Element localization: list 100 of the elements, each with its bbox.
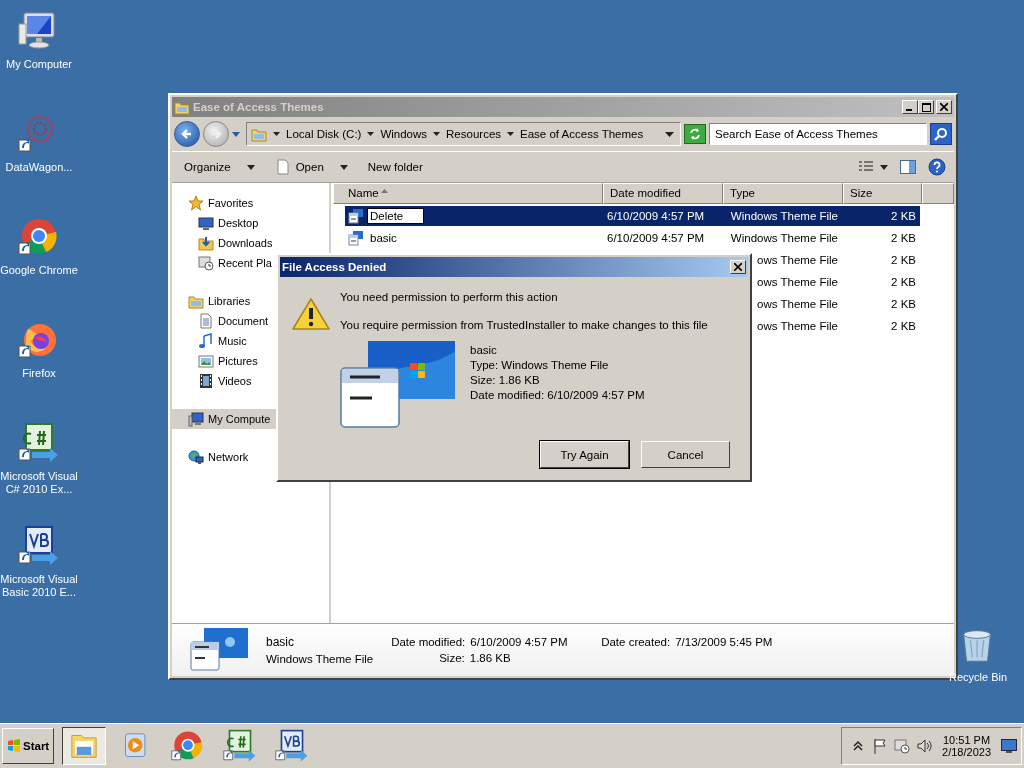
warning-icon (292, 297, 330, 331)
rename-field[interactable]: Delete (367, 208, 425, 224)
sidebar-item[interactable]: Videos (172, 371, 329, 391)
folder-icon (251, 126, 267, 142)
caret-icon[interactable] (273, 132, 280, 136)
file-row[interactable]: Delete 6/10/2009 4:57 PM Windows Theme File 2 KB (345, 206, 920, 226)
breadcrumb-item[interactable]: Windows (380, 128, 428, 140)
start-button[interactable]: Start (2, 728, 55, 764)
sidebar-item[interactable]: Pictures (172, 351, 329, 371)
caret-icon[interactable] (433, 132, 441, 136)
desktop-icon-label[interactable]: Google Chrome (0, 264, 78, 277)
close-icon (734, 263, 742, 271)
help-icon[interactable] (928, 158, 946, 176)
type-cell: ows Theme File (757, 298, 838, 310)
desktop-icon-label[interactable]: My Computer (6, 58, 72, 71)
address-bar[interactable]: Local Disk (C:) Windows Resources Ease of Access Themes (246, 122, 681, 146)
show-desktop-icon[interactable] (1001, 739, 1017, 753)
caret-icon[interactable] (339, 164, 348, 170)
refresh-button[interactable] (684, 124, 706, 144)
sidebar-item[interactable]: Favorites (172, 193, 329, 213)
windows-logo-icon (7, 739, 21, 753)
message-text: You need permission to perform this action (340, 291, 559, 303)
search-button[interactable] (930, 123, 952, 145)
type-cell: ows Theme File (757, 254, 838, 266)
folder-taskbar-button[interactable] (62, 727, 107, 765)
search-field[interactable]: Search Ease of Access Themes (709, 123, 927, 145)
clock-icon (198, 255, 214, 271)
sidebar-item[interactable]: Music (172, 331, 329, 351)
breadcrumb-item[interactable]: Resources (446, 128, 502, 140)
file-name: basic (470, 343, 498, 357)
star-icon (188, 195, 204, 211)
type-cell: ows Theme File (757, 276, 838, 288)
refresh-icon (688, 127, 702, 141)
sidebar-item[interactable]: Network (172, 447, 329, 467)
type-cell: Windows Theme File (730, 232, 838, 244)
csharp-icon (223, 729, 258, 763)
theme-file-icon (348, 208, 364, 224)
column-header[interactable]: Size (843, 183, 922, 204)
desktop-icon-label[interactable]: Firefox (22, 367, 56, 380)
size-cell: 2 KB (891, 276, 916, 288)
file-row[interactable]: basic 6/10/2009 4:57 PM Windows Theme File 2 KB (345, 228, 920, 248)
view-list-icon[interactable] (858, 160, 874, 174)
caret-icon[interactable] (246, 164, 255, 170)
computer-icon (188, 411, 204, 427)
caret-icon[interactable] (367, 132, 375, 136)
toolbar-button[interactable]: Open (270, 157, 352, 177)
file-type: Type: Windows Theme File (470, 358, 610, 372)
file-name: basic (266, 635, 295, 649)
caret-icon[interactable] (665, 131, 674, 137)
chrome-icon[interactable] (18, 216, 60, 258)
back-button[interactable] (174, 121, 200, 147)
type-cell: Windows Theme File (730, 210, 838, 222)
sidebar-item[interactable]: Document (172, 311, 329, 331)
caret-icon[interactable] (880, 164, 888, 170)
message-text: You require permission from TrustedInstaller to make changes to this file (340, 319, 708, 331)
vb-icon[interactable] (18, 525, 60, 567)
folder-icon (188, 293, 204, 309)
file-date: Date modified: 6/10/2009 4:57 PM (470, 388, 645, 402)
csharp-icon[interactable] (18, 422, 60, 464)
clock-time[interactable]: 10:51 PM (943, 734, 991, 746)
folder-icon (174, 99, 190, 115)
column-header[interactable]: Type (723, 183, 843, 204)
sort-arrow-icon (381, 189, 388, 193)
maximize-icon (921, 102, 931, 112)
search-icon (934, 127, 948, 141)
column-header[interactable]: Date modified (603, 183, 723, 204)
breadcrumb-item[interactable]: Ease of Access Themes (520, 128, 644, 140)
toolbar-button[interactable]: New folder (363, 159, 427, 175)
clock-date[interactable]: 2/18/2023 (942, 746, 991, 758)
speaker-icon[interactable] (916, 738, 933, 754)
theme-file-icon (348, 230, 364, 246)
breadcrumb-item[interactable]: Local Disk (C:) (286, 128, 362, 140)
toolbar-button[interactable]: Organize (180, 159, 259, 175)
desktop-icon-label[interactable]: Microsoft Visual Basic 2010 E... (0, 573, 78, 599)
preview-pane-icon[interactable] (900, 160, 916, 174)
field-value: 7/13/2009 5:45 PM (675, 636, 773, 648)
sidebar-item[interactable]: Desktop (172, 213, 329, 233)
image-icon (198, 353, 214, 369)
vb-icon (275, 729, 310, 763)
desktop-icon-label[interactable]: Microsoft Visual C# 2010 Ex... (0, 470, 78, 496)
theme-file-icon (340, 341, 456, 429)
sidebar-item[interactable]: Libraries (172, 291, 329, 311)
theme-file-icon (190, 628, 250, 672)
caret-icon[interactable] (507, 132, 515, 136)
size-cell: 2 KB (891, 210, 916, 222)
column-header[interactable]: Name (333, 183, 603, 204)
field-value: 1.86 KB (469, 652, 511, 664)
file-type: Windows Theme File (266, 653, 374, 665)
forward-button[interactable] (203, 121, 229, 147)
dialog-button[interactable]: Cancel (641, 441, 730, 468)
flag-icon[interactable] (872, 738, 889, 754)
sidebar-item[interactable]: Downloads (172, 233, 329, 253)
close-button[interactable] (730, 260, 746, 274)
caret-icon[interactable] (232, 131, 240, 137)
desktop-icon-label[interactable]: DataWagon... (5, 161, 73, 174)
dialog-title: File Access Denied (282, 261, 388, 273)
file-name: basic (369, 232, 397, 244)
dialog-button[interactable]: Try Again (540, 441, 629, 468)
field-label: Date created: (601, 636, 671, 648)
date-cell: 6/10/2009 4:57 PM (607, 210, 705, 222)
